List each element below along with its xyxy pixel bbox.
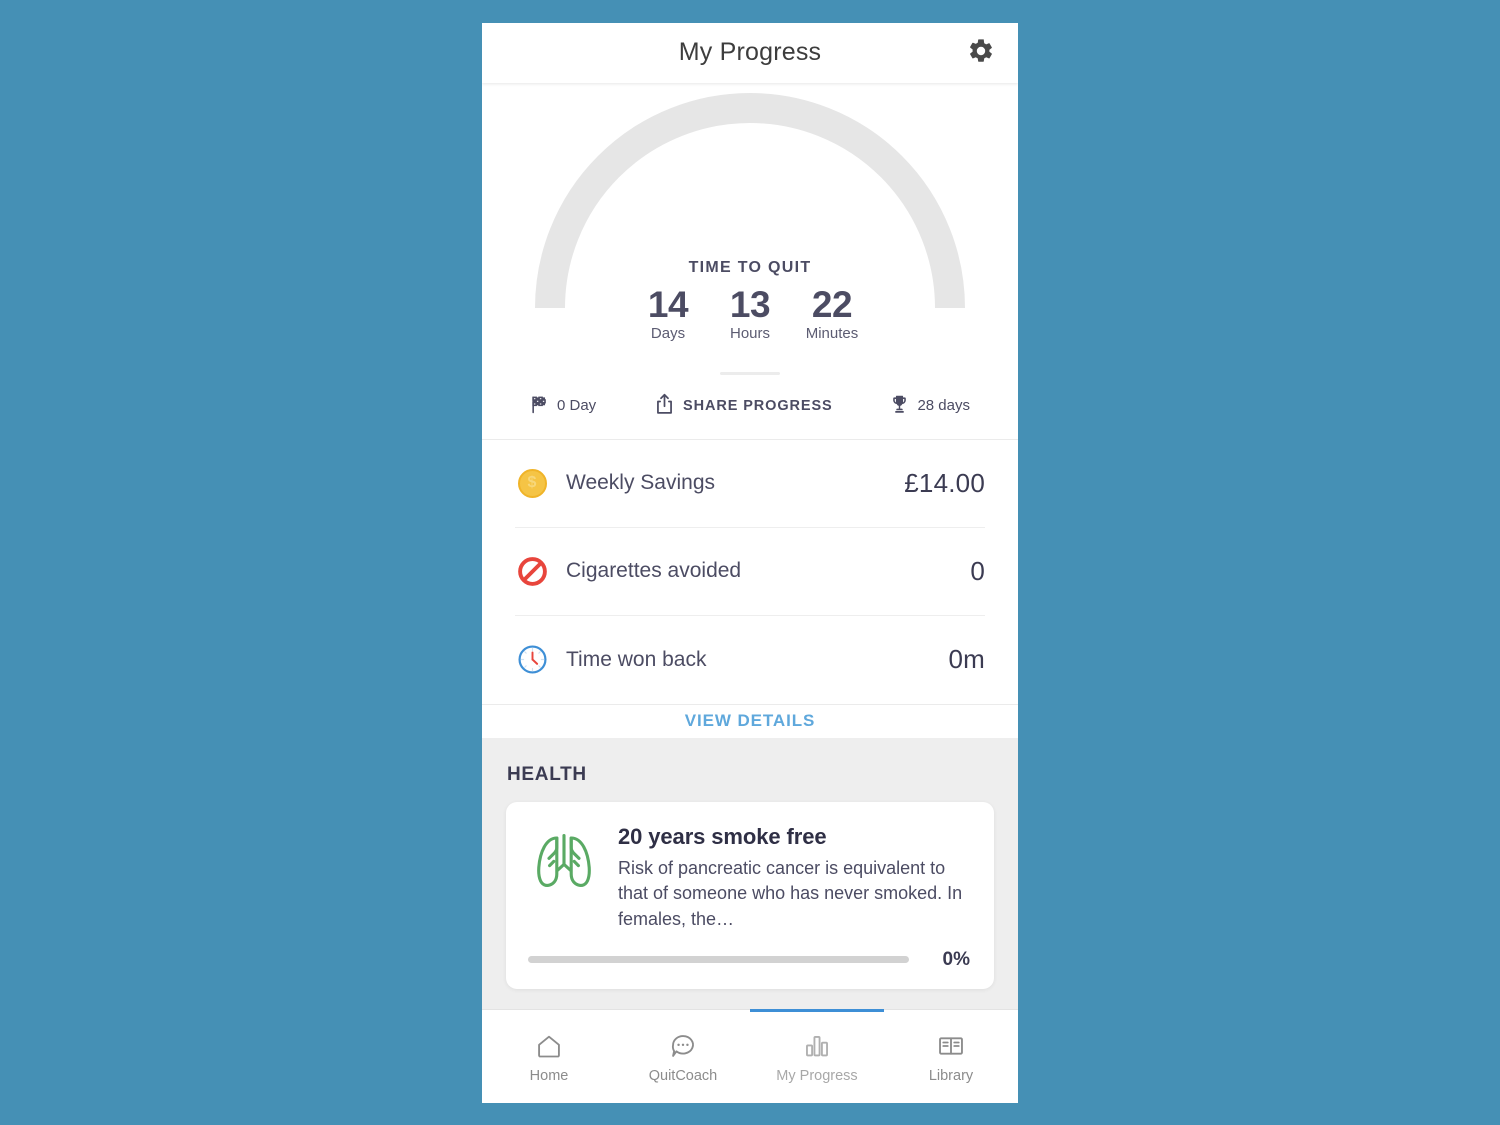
- timer-hours-label: Hours: [729, 325, 770, 343]
- time-won-back-value: 0m: [948, 644, 985, 674]
- bar-chart-icon: [803, 1032, 831, 1060]
- timer-hours-value: 13: [729, 283, 771, 325]
- nav-label-home: Home: [529, 1068, 569, 1084]
- stat-row-cigarettes-avoided[interactable]: Cigarettes avoided 0: [515, 528, 985, 616]
- clock-icon: [515, 643, 549, 677]
- stat-row-weekly-savings[interactable]: $ Weekly Savings £14.00: [515, 440, 985, 528]
- gear-icon: [967, 37, 995, 68]
- trophy-icon: [890, 395, 909, 417]
- time-won-back-label: Time won back: [566, 647, 707, 671]
- cigarettes-avoided-label: Cigarettes avoided: [566, 559, 742, 582]
- health-progress-percent: 0%: [942, 948, 970, 970]
- chat-bubble-icon: [669, 1032, 697, 1060]
- health-milestone-card[interactable]: 20 years smoke free Risk of pancreatic c…: [506, 801, 994, 989]
- progress-actions: 0 Day SHARE PROGRESS 28 days: [482, 392, 1018, 440]
- milestone-day-button[interactable]: 0 Day: [530, 395, 596, 417]
- settings-button[interactable]: [966, 38, 996, 68]
- nav-label-quitcoach: QuitCoach: [648, 1068, 718, 1084]
- cigarettes-avoided-value: 0: [970, 555, 985, 586]
- health-card-top: 20 years smoke free Risk of pancreatic c…: [528, 824, 970, 933]
- view-details-button[interactable]: VIEW DETAILS: [685, 711, 815, 731]
- weekly-savings-label: Weekly Savings: [566, 471, 716, 494]
- page-title: My Progress: [678, 38, 822, 66]
- timer-divider: [720, 371, 780, 375]
- timer-readout: TIME TO QUIT 14 Days 13 Hours 22 Minutes: [482, 259, 1018, 343]
- no-smoking-icon: [515, 554, 549, 588]
- timer-units: 14 Days 13 Hours 22 Minutes: [482, 283, 1018, 343]
- time-to-quit-section: TIME TO QUIT 14 Days 13 Hours 22 Minutes: [482, 82, 1018, 393]
- health-progress-bar: [528, 956, 909, 963]
- share-progress-label: SHARE PROGRESS: [683, 397, 833, 414]
- timer-minutes-label: Minutes: [805, 325, 859, 343]
- home-icon: [535, 1032, 563, 1060]
- nav-item-quitcoach[interactable]: QuitCoach: [616, 1010, 750, 1103]
- health-card-description: Risk of pancreatic cancer is equivalent …: [618, 857, 963, 929]
- nav-label-library: Library: [928, 1068, 974, 1084]
- timer-unit-hours: 13 Hours: [719, 283, 781, 343]
- view-details-section: VIEW DETAILS: [482, 703, 1018, 738]
- timer-minutes-value: 22: [811, 283, 853, 325]
- nav-item-library[interactable]: Library: [884, 1010, 1018, 1103]
- stat-row-time-won-back[interactable]: Time won back 0m: [515, 616, 985, 704]
- app-screen: My Progress TIME TO QUIT 14 Days 13 Hour…: [482, 22, 1018, 1103]
- bottom-navigation: Home QuitCoach My Progress Library: [482, 1008, 1018, 1103]
- nav-label-my-progress: My Progress: [776, 1068, 858, 1084]
- health-card-text: 20 years smoke free Risk of pancreatic c…: [618, 824, 970, 933]
- weekly-savings-value: £14.00: [904, 467, 985, 498]
- share-progress-button[interactable]: SHARE PROGRESS: [654, 393, 833, 419]
- checkered-flag-icon: [530, 395, 549, 417]
- health-section: HEALTH 20 years smoke free Risk of pancr…: [482, 737, 1018, 1009]
- timer-days-value: 14: [647, 283, 689, 325]
- main-content: TIME TO QUIT 14 Days 13 Hours 22 Minutes: [482, 82, 1018, 1009]
- timer-unit-days: 14 Days: [637, 283, 699, 343]
- health-card-heading: 20 years smoke free: [618, 823, 827, 849]
- lungs-icon: [528, 828, 600, 933]
- coin-icon: $: [515, 466, 549, 500]
- app-header: My Progress: [482, 22, 1018, 83]
- nav-item-my-progress[interactable]: My Progress: [750, 1008, 884, 1103]
- stats-list: $ Weekly Savings £14.00 Cigarettes avoid…: [482, 439, 1018, 704]
- trophy-milestone-label: 28 days: [917, 397, 970, 414]
- book-icon: [937, 1032, 965, 1060]
- milestone-day-label: 0 Day: [557, 397, 597, 414]
- trophy-milestone-button[interactable]: 28 days: [890, 395, 970, 417]
- nav-item-home[interactable]: Home: [482, 1010, 616, 1103]
- nav-active-indicator: [750, 1008, 884, 1012]
- health-section-title: HEALTH: [507, 763, 587, 785]
- health-progress-row: 0%: [528, 949, 970, 971]
- share-icon: [654, 393, 675, 419]
- timer-caption: TIME TO QUIT: [688, 258, 812, 276]
- timer-days-label: Days: [650, 325, 686, 343]
- timer-unit-minutes: 22 Minutes: [801, 283, 863, 343]
